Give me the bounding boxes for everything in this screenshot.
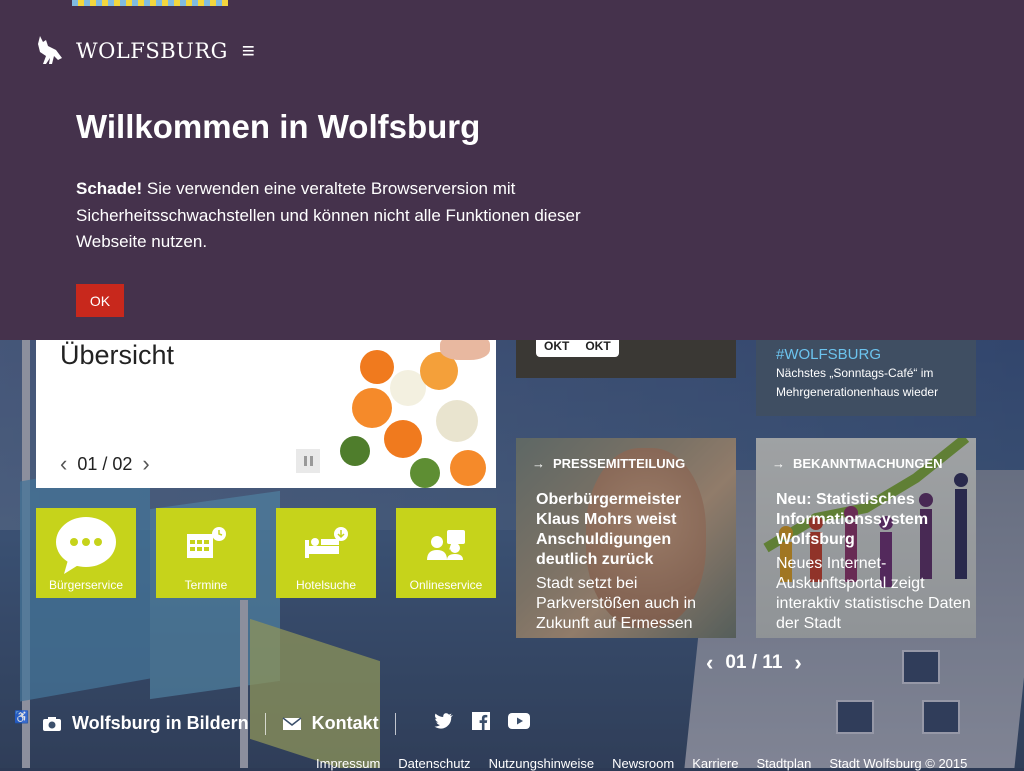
hashtag-title: #WOLFSBURG xyxy=(776,346,882,363)
social-links xyxy=(434,712,530,735)
footer-link-nutzungshinweise[interactable]: Nutzungshinweise xyxy=(489,756,595,771)
welcome-title: Willkommen in Wolfsburg xyxy=(76,108,481,145)
bottom-links: Impressum Datenschutz Nutzungshinweise N… xyxy=(316,756,967,771)
overview-slider: Übersicht ‹ 01 / 02 › xyxy=(36,340,496,488)
tile-label: Termine xyxy=(184,578,228,592)
footer-link-label: Wolfsburg in Bildern xyxy=(72,713,249,733)
footer-link-stadtplan[interactable]: Stadtplan xyxy=(756,756,811,771)
hashtag-text: Nächstes „Sonntags-Café“ im Mehrgenerati… xyxy=(776,366,939,399)
chevron-right-icon[interactable]: › xyxy=(142,451,149,477)
accessibility-icon[interactable]: ♿ xyxy=(14,710,29,724)
brand-name: WOLFSBURG xyxy=(76,39,228,63)
warning-message: Schade! Sie verwenden eine veraltete Bro… xyxy=(76,176,636,256)
twitter-icon[interactable] xyxy=(434,713,454,734)
footer-link-kontakt[interactable]: Kontakt xyxy=(282,713,379,734)
hamburger-icon[interactable]: ≡ xyxy=(242,40,255,62)
footer-link-datenschutz[interactable]: Datenschutz xyxy=(398,756,470,771)
news-category-label: BEKANNTMACHUNGEN xyxy=(793,456,943,471)
tile-hotelsuche[interactable]: Hotelsuche xyxy=(276,508,376,598)
footer-link-bilder[interactable]: Wolfsburg in Bildern xyxy=(42,713,249,734)
news-category: → PRESSEMITTEILUNG xyxy=(532,456,685,471)
flower-bouquet-image xyxy=(340,340,496,488)
hotel-bed-icon xyxy=(276,516,376,576)
decorative-stripe xyxy=(72,0,228,6)
envelope-icon xyxy=(282,716,302,730)
arrow-right-icon: → xyxy=(772,456,785,471)
divider xyxy=(394,712,396,735)
pause-button[interactable] xyxy=(296,449,320,473)
news-card-announcement[interactable]: → BEKANNTMACHUNGEN Neu: Statistisches Inf… xyxy=(756,438,976,638)
footer-link-karriere[interactable]: Karriere xyxy=(692,756,738,771)
speech-bubble-icon xyxy=(36,516,136,576)
footer-link-newsroom[interactable]: Newsroom xyxy=(612,756,674,771)
chevron-left-icon[interactable]: ‹ xyxy=(706,650,713,676)
news-headline: Oberbürgermeister Klaus Mohrs weist Ansc… xyxy=(536,491,681,568)
chevron-right-icon[interactable]: › xyxy=(794,650,801,676)
brand[interactable]: WOLFSBURG ≡ xyxy=(34,34,255,68)
youtube-icon[interactable] xyxy=(507,713,530,734)
footer-links: Wolfsburg in Bildern Kontakt xyxy=(42,712,530,735)
news-page: 01 / 11 xyxy=(725,652,783,673)
tile-label: Hotelsuche xyxy=(295,578,357,592)
tile-label: Onlineservice xyxy=(409,578,483,592)
warning-bold: Schade! xyxy=(76,179,143,198)
tile-label: Bürgerservice xyxy=(48,578,124,592)
news-subtitle: Stadt setzt bei Parkverstößen auch in Zu… xyxy=(536,575,697,632)
news-category-label: PRESSEMITTEILUNG xyxy=(553,456,686,471)
copyright: Stadt Wolfsburg © 2015 xyxy=(829,756,968,771)
tile-buergerservice[interactable]: Bürgerservice xyxy=(36,508,136,598)
tile-termine[interactable]: Termine xyxy=(156,508,256,598)
news-pager: ‹ 01 / 11 › xyxy=(706,650,802,676)
tile-onlineservice[interactable]: Onlineservice xyxy=(396,508,496,598)
footer-link-label: Kontakt xyxy=(311,713,379,733)
arrow-right-icon: → xyxy=(532,456,545,471)
camera-icon xyxy=(43,716,61,731)
people-icon xyxy=(396,516,496,576)
calendar-icon xyxy=(156,516,256,576)
news-subtitle: Neues Internet-Auskunftsportal zeigt int… xyxy=(776,555,971,632)
slider-title: Übersicht xyxy=(60,340,175,370)
facebook-icon[interactable] xyxy=(471,712,490,735)
divider xyxy=(264,712,266,735)
browser-warning-overlay: WOLFSBURG ≡ Willkommen in Wolfsburg Scha… xyxy=(0,0,1024,340)
wolf-logo-icon xyxy=(38,36,62,64)
news-card-press[interactable]: → PRESSEMITTEILUNG Oberbürgermeister Klau… xyxy=(516,438,736,638)
news-headline: Neu: Statistisches Informationssystem Wo… xyxy=(776,491,929,548)
news-category: → BEKANNTMACHUNGEN xyxy=(772,456,943,471)
slider-pager: ‹ 01 / 02 › xyxy=(60,451,150,477)
warning-text: Sie verwenden eine veraltete Browservers… xyxy=(76,179,581,251)
slider-page: 01 / 02 xyxy=(77,453,133,474)
ok-button[interactable]: OK xyxy=(76,284,124,317)
footer-link-impressum[interactable]: Impressum xyxy=(316,756,380,771)
chevron-left-icon[interactable]: ‹ xyxy=(60,451,67,477)
